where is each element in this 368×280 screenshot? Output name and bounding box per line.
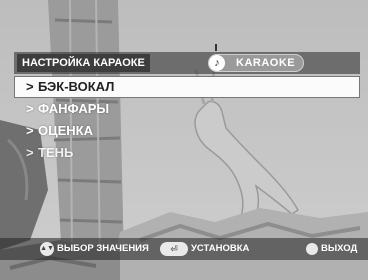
enter-icon: [160, 242, 188, 256]
menu-bullet: >: [26, 101, 34, 116]
install-label: УСТАНОВКА: [191, 243, 250, 254]
menu-item-score[interactable]: > ОЦЕНКА: [14, 120, 360, 142]
menu-item-label: ТЕНЬ: [38, 145, 74, 160]
menu-item-fanfare[interactable]: > ФАНФАРЫ: [14, 98, 360, 120]
menu-item-label: ФАНФАРЫ: [38, 101, 110, 116]
menu-item-backing-vocal[interactable]: > БЭК-ВОКАЛ: [14, 76, 360, 98]
exit-hint: ВЫХОД: [306, 242, 357, 256]
menu-bullet: >: [26, 145, 34, 160]
menu-bullet: >: [26, 79, 34, 94]
karaoke-settings-screen: НАСТРОЙКА КАРАОКЕ ♪ KARAOKE > БЭК-ВОКАЛ >…: [0, 0, 368, 280]
dpad-icon: ▲▼: [40, 242, 54, 256]
footer-hint-bar: ▲▼ВЫБОР ЗНАЧЕНИЯ УСТАНОВКА ВЫХОД: [0, 238, 368, 260]
menu-item-label: ОЦЕНКА: [38, 123, 93, 138]
karaoke-mode-label: KARAOKE: [236, 57, 296, 69]
music-note-icon: ♪: [209, 55, 225, 71]
pointer-marker: [215, 44, 217, 51]
menu-item-shadow[interactable]: > ТЕНЬ: [14, 142, 360, 164]
exit-button-icon: [306, 243, 318, 255]
menu-item-label: БЭК-ВОКАЛ: [38, 79, 115, 94]
settings-menu: > БЭК-ВОКАЛ > ФАНФАРЫ > ОЦЕНКА > ТЕНЬ: [14, 76, 360, 164]
karaoke-mode-badge: ♪ KARAOKE: [208, 54, 304, 72]
install-hint: УСТАНОВКА: [160, 242, 249, 256]
menu-bullet: >: [26, 123, 34, 138]
select-value-hint: ▲▼ ВЫБОР ЗНАЧЕНИЯ: [40, 242, 149, 256]
exit-label: ВЫХОД: [321, 243, 358, 254]
menu-title: НАСТРОЙКА КАРАОКЕ: [17, 54, 150, 72]
select-value-label: ВЫБОР ЗНАЧЕНИЯ: [57, 243, 149, 254]
